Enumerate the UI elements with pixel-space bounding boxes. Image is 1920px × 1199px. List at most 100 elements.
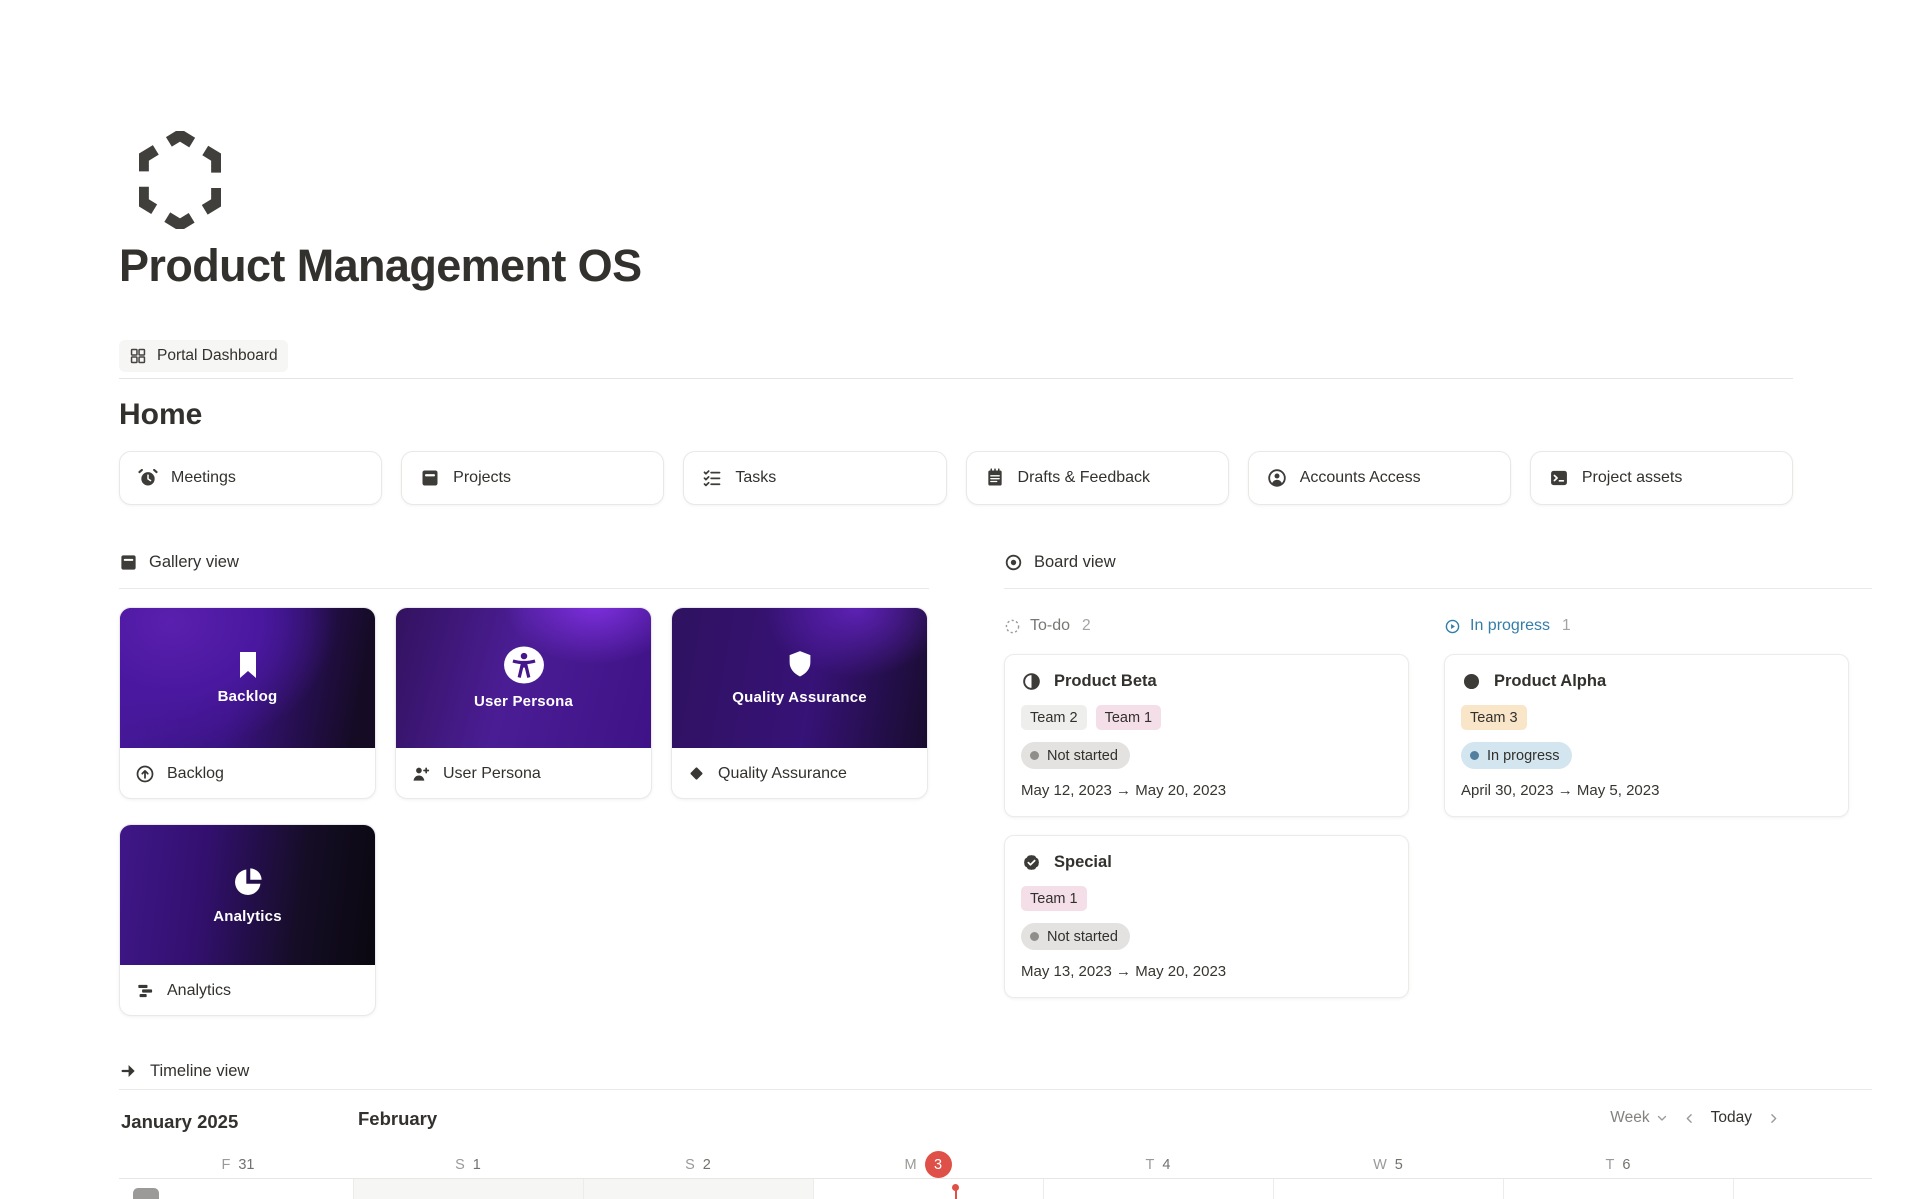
quick-link-label: Accounts Access	[1300, 469, 1421, 487]
board-card-special[interactable]: Special Team 1 Not started May 13, 2023 …	[1004, 835, 1409, 998]
gallery-caption-row: Analytics	[120, 965, 375, 1016]
arrow-right-icon	[119, 1061, 139, 1081]
status-badge: Not started	[1021, 923, 1130, 950]
day-label: W 5	[1273, 1151, 1503, 1178]
column-name: In progress	[1470, 617, 1550, 635]
cover-label: Analytics	[213, 908, 282, 925]
workspace-logo-hexagon-icon	[139, 131, 221, 229]
gallery-card-backlog[interactable]: Backlog Backlog	[119, 607, 376, 799]
timeline-months-row: January 2025 February Week Today	[119, 1111, 1872, 1145]
tab-portal-dashboard[interactable]: Portal Dashboard	[119, 340, 288, 372]
timeline-grid	[119, 1178, 1872, 1199]
status-badge: Not started	[1021, 742, 1130, 769]
gallery-caption-row: Quality Assurance	[672, 748, 927, 799]
timeline-view-tab[interactable]: Timeline view	[119, 1060, 1872, 1082]
alarm-clock-icon	[138, 468, 158, 488]
board-columns: To-do 2 Product Beta Team 2 Team 1	[1004, 613, 1872, 998]
gallery-card-quality-assurance[interactable]: Quality Assurance Quality Assurance	[671, 607, 928, 799]
tab-label: Portal Dashboard	[157, 347, 278, 365]
board-view-label: Board view	[1034, 553, 1116, 572]
user-circle-icon	[1267, 468, 1287, 488]
tasks-button[interactable]: Tasks	[683, 451, 946, 505]
caption-label: Analytics	[167, 982, 231, 1000]
board-card-product-alpha[interactable]: Product Alpha Team 3 In progress April 3…	[1444, 654, 1849, 817]
board-column-header-in-progress[interactable]: In progress 1	[1444, 613, 1849, 639]
board-card-product-beta[interactable]: Product Beta Team 2 Team 1 Not started	[1004, 654, 1409, 817]
column-name: To-do	[1030, 617, 1070, 635]
day-label: T 6	[1503, 1151, 1733, 1178]
card-tags: Team 3	[1461, 705, 1832, 730]
caption-label: User Persona	[443, 765, 541, 783]
status-label: Not started	[1047, 748, 1118, 764]
timeline-month-secondary: February	[358, 1108, 437, 1130]
card-date-range: April 30, 2023 → May 5, 2023	[1461, 782, 1832, 799]
gallery-cover-analytics: Analytics	[120, 825, 375, 965]
gallery-card-user-persona[interactable]: User Persona User Persona	[395, 607, 652, 799]
board-column-in-progress: In progress 1 Product Alpha Team 3	[1444, 613, 1849, 998]
gallery-icon	[119, 553, 138, 572]
card-title-row: Special	[1021, 850, 1392, 874]
day-letter: T	[1606, 1157, 1615, 1173]
tag-pill: Team 3	[1461, 705, 1527, 730]
eye-icon	[1004, 553, 1023, 572]
diamond-icon	[687, 764, 706, 783]
bars-icon	[135, 981, 155, 1001]
accounts-access-button[interactable]: Accounts Access	[1248, 451, 1511, 505]
day-number: 4	[1162, 1157, 1170, 1173]
accessibility-icon	[503, 646, 545, 684]
cover-label: Backlog	[218, 688, 278, 705]
status-dot-icon	[1030, 932, 1039, 941]
timeline-view-header-row: Timeline view	[119, 1060, 1872, 1090]
card-status-row: Not started	[1021, 923, 1392, 950]
card-date-range: May 12, 2023 → May 20, 2023	[1021, 782, 1392, 799]
grid-cell	[1733, 1179, 1872, 1199]
status-badge: In progress	[1461, 742, 1572, 769]
gallery-card-analytics[interactable]: Analytics Analytics	[119, 824, 376, 1016]
gallery-caption-row: User Persona	[396, 748, 651, 799]
gallery-cover-quality-assurance: Quality Assurance	[672, 608, 927, 748]
board-view-tab[interactable]: Board view	[1004, 549, 1872, 575]
project-assets-button[interactable]: Project assets	[1530, 451, 1793, 505]
chevron-left-icon[interactable]	[1683, 1112, 1696, 1125]
quick-link-label: Meetings	[171, 469, 236, 487]
day-letter: F	[222, 1157, 231, 1173]
tag-pill: Team 1	[1021, 886, 1087, 911]
quick-link-label: Drafts & Feedback	[1018, 469, 1151, 487]
pie-chart-icon	[231, 865, 265, 899]
quick-link-label: Tasks	[735, 469, 776, 487]
day-number: 2	[703, 1157, 711, 1173]
card-status-row: Not started	[1021, 742, 1392, 769]
day-label: S 2	[583, 1151, 813, 1178]
card-title-row: Product Alpha	[1461, 669, 1832, 693]
drafts-feedback-button[interactable]: Drafts & Feedback	[966, 451, 1229, 505]
grid-cell-weekend	[353, 1179, 583, 1199]
quick-link-label: Project assets	[1582, 469, 1682, 487]
half-circle-icon	[1021, 671, 1042, 692]
timeline-item-stub	[133, 1188, 159, 1199]
day-letter: S	[455, 1157, 465, 1173]
timeline-controls: Week Today	[1610, 1109, 1780, 1127]
today-button[interactable]: Today	[1711, 1109, 1752, 1127]
dashed-circle-icon	[1004, 618, 1021, 635]
board-view-header-row: Board view	[1004, 549, 1872, 589]
view-tabbar: Portal Dashboard	[119, 338, 1793, 379]
day-label: T 4	[1043, 1151, 1273, 1178]
card-tags: Team 1	[1021, 886, 1392, 911]
chevron-down-icon	[1656, 1112, 1668, 1124]
caption-label: Backlog	[167, 765, 224, 783]
gallery-view-tab[interactable]: Gallery view	[119, 549, 929, 575]
gallery-view-label: Gallery view	[149, 553, 239, 572]
range-select[interactable]: Week	[1610, 1109, 1667, 1127]
quick-links-row: Meetings Projects Tasks Drafts & Feedbac…	[119, 451, 1793, 505]
grid-cell	[1273, 1179, 1503, 1199]
play-circle-icon	[1444, 618, 1461, 635]
projects-button[interactable]: Projects	[401, 451, 664, 505]
status-label: In progress	[1487, 748, 1560, 764]
day-label-today: M 3	[813, 1151, 1043, 1178]
chevron-right-icon[interactable]	[1767, 1112, 1780, 1125]
gallery-caption-row: Backlog	[120, 748, 375, 799]
meetings-button[interactable]: Meetings	[119, 451, 382, 505]
range-label: Week	[1610, 1109, 1649, 1127]
card-title: Product Beta	[1054, 672, 1157, 691]
board-column-header-todo[interactable]: To-do 2	[1004, 613, 1409, 639]
